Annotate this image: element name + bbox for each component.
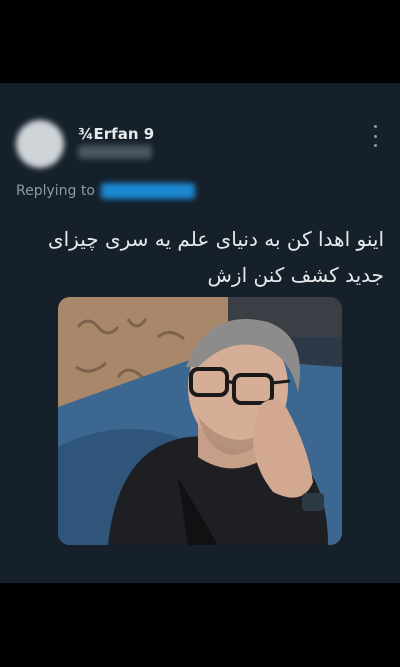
user-handle[interactable] (78, 145, 152, 159)
tweet-text: اینو اهدا کن به دنیای علم یه سری چیزای ج… (47, 227, 384, 287)
display-name[interactable]: ¾Erfan 9 (78, 125, 154, 143)
more-vertical-icon[interactable] (368, 125, 382, 147)
replying-to: Replying to (16, 183, 195, 199)
replying-to-label: Replying to (16, 183, 95, 199)
avatar[interactable] (16, 120, 64, 168)
tweet-card[interactable]: ¾Erfan 9 Replying to اینو اهدا کن به دنی… (0, 83, 400, 583)
replying-to-user-link[interactable] (100, 183, 195, 199)
tweet-media-photo[interactable] (58, 297, 342, 545)
photo-illustration (58, 297, 342, 545)
